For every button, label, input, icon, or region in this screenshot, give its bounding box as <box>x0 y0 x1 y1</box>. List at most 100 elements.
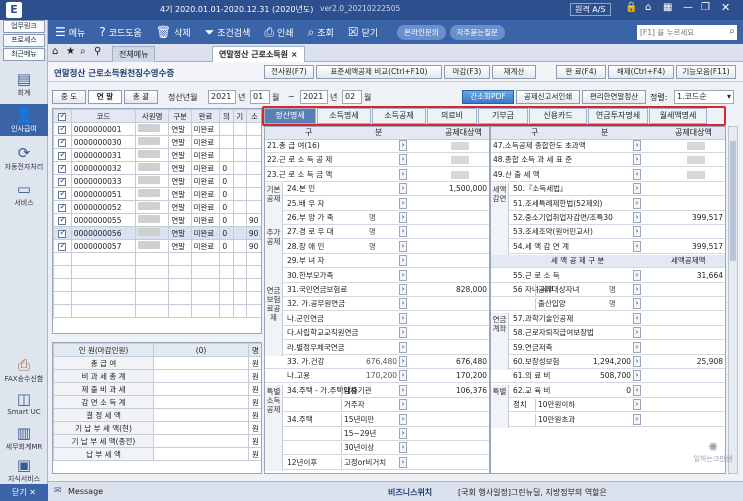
chevron-right-icon[interactable]: › <box>633 370 641 382</box>
grid-icon[interactable]: ▦ <box>663 2 672 13</box>
minimize-icon[interactable]: — <box>683 2 693 13</box>
print-button[interactable]: ⎙ 인쇄 <box>257 20 300 44</box>
sidebar-item-accounting[interactable]: ▤ 회계 <box>0 70 48 98</box>
row-checkbox[interactable] <box>58 137 67 147</box>
chevron-right-icon[interactable]: › <box>633 240 641 252</box>
global-search-input[interactable] <box>637 24 737 40</box>
month-to-select[interactable]: 02 <box>342 90 362 104</box>
deduction-amount[interactable]: 170,200 <box>347 370 397 382</box>
chevron-right-icon[interactable]: › <box>399 168 407 180</box>
chevron-right-icon[interactable]: › <box>399 140 407 151</box>
row-checkbox-cell[interactable] <box>53 148 72 162</box>
row-checkbox[interactable] <box>58 228 67 238</box>
news-ticker[interactable]: [국회 행사일정]그린뉴딜, 지방정부의 역할은 <box>458 487 607 498</box>
menu-button[interactable]: ☰ 메뉴 <box>48 20 92 44</box>
row-checkbox-cell[interactable] <box>53 239 72 253</box>
message-icon[interactable]: ✉ <box>54 486 62 496</box>
lock-icon[interactable]: 🔒 <box>625 2 637 13</box>
chevron-right-icon[interactable]: › <box>399 370 407 382</box>
release-button[interactable]: 해제(Ctrl+F4) <box>608 65 674 79</box>
chevron-right-icon[interactable]: › <box>399 384 407 396</box>
sort-select[interactable]: 1.코드순 ▾ <box>674 90 734 104</box>
message-label[interactable]: Message <box>68 487 103 496</box>
table-row[interactable]: 0000000056 연말미완료0 90 <box>53 226 261 240</box>
row-checkbox-cell[interactable] <box>53 213 72 227</box>
row-checkbox[interactable] <box>58 189 67 199</box>
tax-amount[interactable]: 1,294,200 <box>579 356 631 368</box>
year-to-input[interactable]: 2021 <box>300 90 328 104</box>
chevron-right-icon[interactable]: › <box>399 312 407 324</box>
filter-search-button[interactable]: ⏷ 조건검색 <box>198 20 258 44</box>
recalculate-button[interactable]: 재계산 <box>492 65 536 79</box>
chevron-right-icon[interactable]: › <box>633 399 641 411</box>
tab-summary[interactable]: 총 괄 <box>124 90 158 104</box>
chevron-right-icon[interactable]: › <box>633 183 641 195</box>
function-set-button[interactable]: 기능모음(F11) <box>676 65 736 79</box>
chevron-right-icon[interactable]: › <box>399 428 407 439</box>
chevron-right-icon[interactable]: › <box>399 327 407 339</box>
sidebar-item-fax[interactable]: ⎙ FAX송수신함 <box>0 356 48 384</box>
online-inquiry-button[interactable]: 온라인문의 <box>397 24 446 40</box>
tab-all-menu[interactable]: 전체메뉴 <box>112 46 156 62</box>
chevron-right-icon[interactable]: › <box>399 154 407 166</box>
inquiry-button[interactable]: ⌕ 조회 <box>301 20 341 44</box>
chevron-right-icon[interactable]: › <box>399 269 407 281</box>
chevron-right-icon[interactable]: › <box>399 284 407 295</box>
tab-year-end[interactable]: 연 말 <box>88 90 122 104</box>
sidebar-item-hr-payroll[interactable]: 👤 인사급여 <box>0 104 48 136</box>
search-tab-icon[interactable]: ⌕ <box>80 46 86 57</box>
row-checkbox[interactable] <box>58 241 67 251</box>
row-checkbox-cell[interactable] <box>53 161 72 175</box>
row-checkbox[interactable] <box>58 176 67 186</box>
vertical-scrollbar[interactable] <box>728 126 738 474</box>
row-checkbox[interactable] <box>58 124 67 134</box>
row-checkbox-cell[interactable] <box>53 135 72 149</box>
code-help-button[interactable]: ? 코드도움 <box>92 20 149 44</box>
tax-amount[interactable]: 508,700 <box>579 370 631 382</box>
table-row[interactable]: 0000000052 연말미완료0 <box>53 200 261 214</box>
tab-interim[interactable]: 중 도 <box>52 90 86 104</box>
all-employees-button[interactable]: 전사원(F7) <box>264 65 314 79</box>
chevron-right-icon[interactable]: › <box>399 240 407 252</box>
year-from-input[interactable]: 2021 <box>208 90 236 104</box>
sidebar-item-tax-mr[interactable]: ▥ 세무회계MR <box>0 424 48 452</box>
table-row[interactable]: 0000000033 연말미완료0 <box>53 174 261 188</box>
close-period-button[interactable]: 마감(F3) <box>444 65 490 79</box>
remote-as-button[interactable]: 원격 A/S <box>570 3 611 16</box>
table-row[interactable]: 0000000055 연말미완료0 90 <box>53 213 261 227</box>
chevron-right-icon[interactable]: › <box>399 399 407 411</box>
restore-icon[interactable]: ❐ <box>701 2 710 13</box>
pin-icon[interactable]: ⚲ <box>94 46 101 57</box>
row-checkbox[interactable] <box>58 163 67 173</box>
sidebar-item-auto-process[interactable]: ⟳ 자동전자처리 <box>0 144 48 172</box>
tab-year-end-settlement[interactable]: 연말정산 근로소득원 × <box>212 46 305 62</box>
chevron-right-icon[interactable]: › <box>399 197 407 209</box>
deduction-amount[interactable]: 676,480 <box>347 356 397 368</box>
chevron-right-icon[interactable]: › <box>633 327 641 339</box>
row-checkbox-cell[interactable] <box>53 187 72 201</box>
select-all-checkbox[interactable] <box>58 111 67 121</box>
chevron-right-icon[interactable]: › <box>633 312 641 324</box>
chevron-right-icon[interactable]: › <box>399 413 407 425</box>
table-row[interactable]: 0000000051 연말미완료0 <box>53 187 261 201</box>
faq-button[interactable]: 자주묻는질문 <box>449 24 506 40</box>
table-row[interactable]: 0000000030 연말미완료 <box>53 135 261 149</box>
simplified-pdf-button[interactable]: 간소화PDF <box>462 90 514 104</box>
row-checkbox-cell[interactable] <box>53 226 72 240</box>
tax-amount[interactable]: 0 <box>579 385 631 397</box>
close-menu-button[interactable]: ☒ 닫기 <box>341 20 385 44</box>
home-tab-icon[interactable]: ⌂ <box>52 46 58 57</box>
scroll-thumb[interactable] <box>730 141 736 261</box>
search-icon[interactable]: ⌕ <box>729 26 735 37</box>
chevron-right-icon[interactable]: › <box>399 212 407 223</box>
table-row[interactable]: 0000000057 연말미완료0 90 <box>53 239 261 253</box>
row-checkbox-cell[interactable] <box>53 174 72 188</box>
chevron-right-icon[interactable]: › <box>633 341 641 353</box>
chevron-right-icon[interactable]: › <box>633 384 641 396</box>
tab-close-icon[interactable]: × <box>291 50 298 59</box>
chevron-right-icon[interactable]: › <box>399 356 407 367</box>
month-from-select[interactable]: 01 <box>250 90 270 104</box>
chevron-right-icon[interactable]: › <box>633 269 641 281</box>
row-checkbox[interactable] <box>58 215 67 225</box>
chevron-right-icon[interactable]: › <box>633 226 641 238</box>
